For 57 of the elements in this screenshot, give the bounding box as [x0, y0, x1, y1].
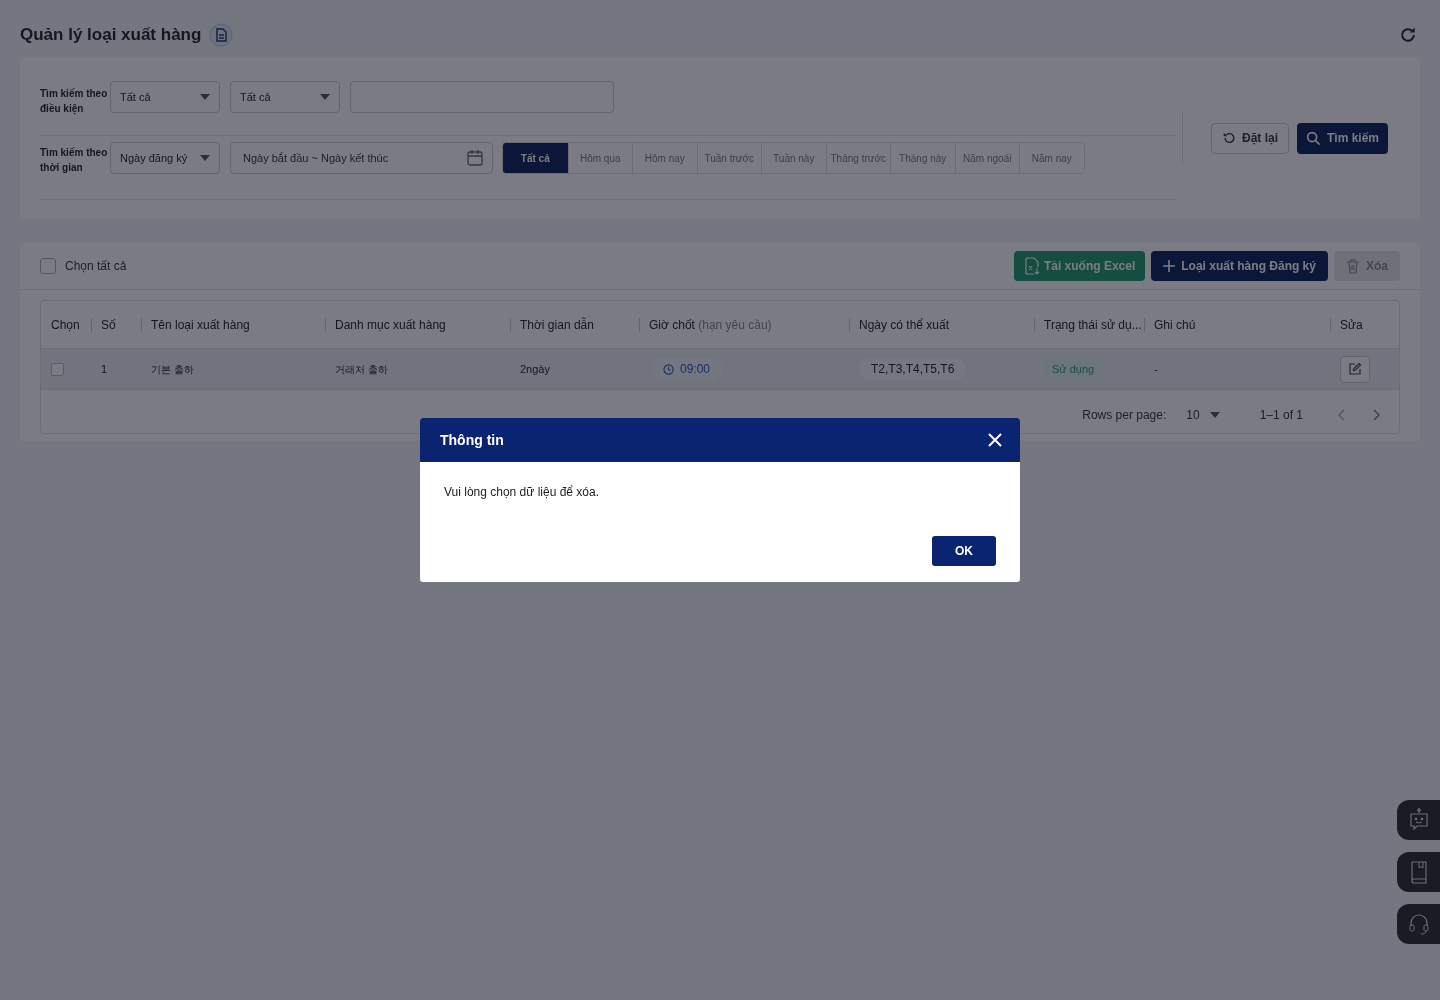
search-icon [1306, 130, 1321, 146]
column-header[interactable]: Ghi chú [1154, 315, 1196, 334]
page-title: Quản lý loại xuất hàng [20, 23, 202, 46]
ok-button[interactable]: OK [932, 536, 996, 566]
trash-icon [1346, 258, 1360, 274]
rows-per-page-select[interactable]: 10 [1186, 406, 1220, 424]
select-all-label: Chọn tất cả [65, 258, 127, 275]
headset-icon[interactable] [1397, 904, 1440, 944]
table-cell-text: 2ngày [520, 361, 550, 377]
caret-icon [200, 94, 210, 100]
caret-icon [1209, 412, 1220, 418]
days-chip: T2,T3,T4,T5,T6 [859, 358, 967, 380]
plus-icon [1163, 260, 1176, 272]
column-header[interactable]: Thời gian dẫn [520, 315, 594, 334]
chatbot-icon[interactable] [1397, 800, 1440, 840]
column-header[interactable]: Chọn [51, 315, 80, 334]
caret-icon [200, 155, 210, 161]
filter-label: Tìm kiếm theo điều kiện [40, 87, 109, 117]
filter-label: Tìm kiếm theo thời gian [40, 146, 109, 175]
table-cell-text: - [1154, 361, 1158, 377]
table-cell-text: 기본 출하 [151, 362, 195, 377]
column-header[interactable]: Tên loại xuất hàng [151, 315, 250, 334]
table-cell-text: 거래처 출하 [335, 362, 389, 377]
column-header[interactable]: Trạng thái sử dụ... [1044, 315, 1142, 334]
dropdown[interactable]: Tất cả [110, 81, 220, 113]
clock-icon [663, 363, 674, 375]
rows-per-page-label: Rows per page: [1082, 407, 1167, 424]
edit-icon[interactable] [1340, 355, 1370, 383]
time-chip: 09:00 [651, 358, 723, 380]
column-header[interactable]: Số [101, 315, 116, 334]
dropdown[interactable]: Ngày đăng ký [110, 142, 220, 174]
column-header[interactable]: Ngày có thể xuất [859, 315, 950, 334]
checkbox[interactable] [40, 258, 56, 274]
date-range-tab[interactable]: Tất cả [503, 143, 568, 173]
calendar-icon [466, 149, 484, 167]
checkbox[interactable] [51, 362, 64, 376]
reset-icon [1222, 131, 1236, 145]
register-button[interactable]: Loại xuất hàng Đăng ký [1151, 251, 1328, 281]
page-range: 1–1 of 1 [1259, 407, 1303, 424]
dropdown[interactable]: Tất cả [230, 81, 340, 113]
dialog-message: Vui lòng chọn dữ liệu để xóa. [443, 484, 601, 501]
table-row[interactable]: 1 기본 출하 거래처 출하 2ngày 09:00 T2,T3,T4,T5,T6 Sử dụng - [41, 349, 1399, 390]
date-range-tab[interactable]: Năm nay [1019, 143, 1084, 173]
document-icon [209, 22, 234, 47]
search-button[interactable]: Tìm kiếm [1297, 122, 1389, 154]
book-icon[interactable] [1397, 852, 1440, 892]
close-icon[interactable] [988, 433, 1002, 447]
dialog-title: Thông tin [440, 430, 504, 450]
caret-icon [320, 94, 330, 100]
column-header[interactable]: Danh mục xuất hàng [335, 315, 446, 334]
excel-download-button[interactable]: Tải xuống Excel [1013, 251, 1146, 281]
date-range-field[interactable]: Ngày bắt đầu ~ Ngày kết thúc [230, 142, 493, 174]
table-cell-text: 1 [101, 361, 108, 377]
excel-file-icon [1023, 257, 1040, 275]
status-badge: Sử dụng [1044, 357, 1103, 381]
reset-button[interactable]: Đặt lại [1211, 122, 1289, 154]
column-header[interactable]: Sửa [1340, 315, 1363, 334]
